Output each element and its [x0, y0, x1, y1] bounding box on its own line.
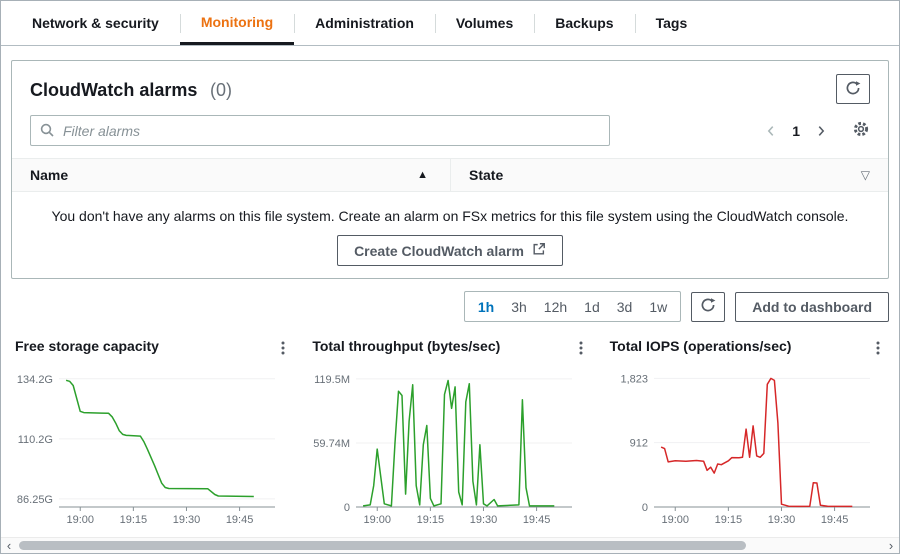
svg-text:19:30: 19:30 [470, 514, 498, 526]
refresh-icon [845, 80, 861, 99]
tab-tags[interactable]: Tags [634, 1, 709, 45]
chart-menu-button[interactable] [572, 338, 590, 361]
sort-ascending-icon: ▲ [417, 169, 428, 181]
scroll-left-arrow[interactable]: ‹ [1, 538, 17, 553]
create-alarm-label: Create CloudWatch alarm [354, 242, 524, 259]
preferences-button[interactable] [852, 120, 870, 141]
svg-text:912: 912 [629, 438, 647, 450]
svg-text:19:45: 19:45 [226, 514, 254, 526]
refresh-icon [700, 297, 716, 316]
chart-free-storage-capacity: Free storage capacity 134.2G 110.2G 86.25G… [11, 332, 294, 536]
metrics-charts-row: Free storage capacity 134.2G 110.2G 86.25G… [11, 332, 889, 536]
chart-title: Total IOPS (operations/sec) [609, 338, 792, 354]
svg-text:19:15: 19:15 [417, 514, 445, 526]
fsx-monitoring-page: Network & security Monitoring Administra… [0, 0, 900, 554]
chart-total-throughput: Total throughput (bytes/sec) 119.5M 59.74… [308, 332, 591, 536]
alarms-table-header: Name ▲ State ▽ [12, 158, 888, 192]
search-icon [39, 122, 55, 143]
kebab-icon [574, 341, 588, 359]
svg-text:1,823: 1,823 [620, 373, 648, 385]
create-cloudwatch-alarm-button[interactable]: Create CloudWatch alarm [337, 235, 563, 266]
previous-page-button[interactable] [764, 124, 778, 138]
external-link-icon [532, 242, 546, 259]
refresh-alarms-button[interactable] [836, 74, 870, 104]
scrollbar-track[interactable] [17, 538, 883, 553]
column-label-name: Name [30, 167, 69, 183]
range-1h[interactable]: 1h [478, 299, 494, 315]
refresh-metrics-button[interactable] [691, 291, 726, 322]
line-chart-canvas: 119.5M 59.74M 0 19:00 19:15 19:30 19:45 [308, 363, 591, 536]
svg-text:59.74M: 59.74M [314, 438, 351, 450]
next-page-button[interactable] [814, 124, 828, 138]
svg-text:86.25G: 86.25G [17, 494, 53, 506]
kebab-icon [871, 341, 885, 359]
tab-administration[interactable]: Administration [294, 1, 435, 45]
column-label-state: State [469, 167, 504, 183]
range-1w[interactable]: 1w [649, 299, 667, 315]
svg-text:19:30: 19:30 [767, 514, 795, 526]
svg-text:19:45: 19:45 [523, 514, 551, 526]
line-chart-canvas: 134.2G 110.2G 86.25G 19:00 19:15 19:30 19:45 [11, 363, 294, 536]
range-1d[interactable]: 1d [584, 299, 600, 315]
svg-text:19:00: 19:00 [66, 514, 94, 526]
svg-text:119.5M: 119.5M [314, 374, 350, 386]
filter-alarms-input[interactable] [30, 115, 610, 146]
scroll-right-arrow[interactable]: › [883, 538, 899, 553]
svg-text:19:45: 19:45 [820, 514, 848, 526]
svg-text:19:30: 19:30 [173, 514, 201, 526]
tab-bar: Network & security Monitoring Administra… [1, 1, 899, 46]
chart-title: Total throughput (bytes/sec) [312, 338, 501, 354]
chart-menu-button[interactable] [274, 338, 292, 361]
range-12h[interactable]: 12h [544, 299, 567, 315]
range-3d[interactable]: 3d [617, 299, 633, 315]
svg-text:0: 0 [642, 502, 648, 514]
current-page-number[interactable]: 1 [792, 123, 800, 139]
chart-menu-button[interactable] [869, 338, 887, 361]
metrics-toolbar: 1h 3h 12h 1d 3d 1w Add to dashboard [11, 291, 889, 322]
add-to-dashboard-button[interactable]: Add to dashboard [735, 291, 889, 322]
panel-title: CloudWatch alarms [30, 80, 198, 100]
filter-alarms-box [30, 115, 610, 146]
svg-text:19:15: 19:15 [714, 514, 742, 526]
svg-text:0: 0 [344, 502, 350, 514]
svg-text:19:00: 19:00 [364, 514, 392, 526]
alarm-count: (0) [210, 80, 233, 100]
gear-icon [852, 120, 870, 141]
tab-network-security[interactable]: Network & security [11, 1, 180, 45]
horizontal-scrollbar: ‹ › [1, 537, 899, 553]
svg-text:19:15: 19:15 [120, 514, 148, 526]
kebab-icon [276, 341, 290, 359]
scrollbar-thumb[interactable] [19, 541, 747, 550]
svg-text:110.2G: 110.2G [18, 434, 53, 446]
line-chart-canvas: 1,823 912 0 19:00 19:15 19:30 19:45 [606, 363, 889, 536]
chart-title: Free storage capacity [15, 338, 159, 354]
chart-total-iops: Total IOPS (operations/sec) 1,823 912 0 19:… [606, 332, 889, 536]
time-range-group: 1h 3h 12h 1d 3d 1w [463, 291, 682, 322]
cloudwatch-alarms-panel: CloudWatch alarms (0) 1 [11, 60, 889, 279]
column-header-state[interactable]: State ▽ [450, 159, 888, 191]
tab-monitoring[interactable]: Monitoring [179, 1, 295, 45]
tab-backups[interactable]: Backups [534, 1, 634, 45]
column-header-name[interactable]: Name ▲ [12, 159, 450, 191]
panel-title-group: CloudWatch alarms (0) [30, 75, 232, 103]
add-to-dashboard-label: Add to dashboard [752, 298, 872, 315]
svg-text:134.2G: 134.2G [17, 374, 53, 386]
sort-none-icon: ▽ [860, 168, 870, 182]
svg-text:19:00: 19:00 [661, 514, 689, 526]
empty-state-message: You don't have any alarms on this file s… [51, 208, 849, 224]
range-3h[interactable]: 3h [511, 299, 527, 315]
tab-volumes[interactable]: Volumes [434, 1, 534, 45]
pagination: 1 [764, 120, 870, 141]
